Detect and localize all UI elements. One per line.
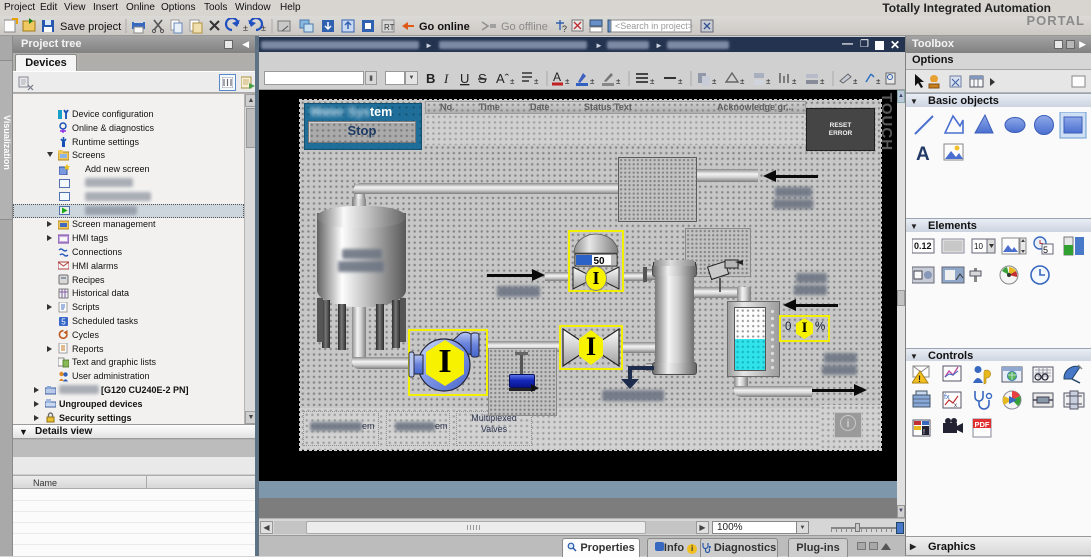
svg-text:5: 5 bbox=[1043, 245, 1048, 255]
svg-text:U: U bbox=[460, 71, 469, 86]
svg-text:Aˆ: Aˆ bbox=[496, 71, 510, 86]
svg-text:Go online: Go online bbox=[419, 21, 470, 33]
svg-text:A: A bbox=[553, 70, 561, 84]
svg-text:±: ± bbox=[590, 77, 595, 86]
svg-text:±: ± bbox=[678, 77, 683, 86]
svg-text:0.12: 0.12 bbox=[914, 241, 932, 251]
svg-text:±: ± bbox=[565, 77, 570, 86]
svg-text:RT: RT bbox=[384, 23, 395, 32]
svg-text:I: I bbox=[443, 71, 449, 86]
svg-text:±: ± bbox=[534, 77, 539, 86]
svg-text:Go offline: Go offline bbox=[501, 21, 548, 33]
svg-text:A: A bbox=[916, 144, 930, 165]
svg-text:5: 5 bbox=[61, 317, 66, 326]
svg-text:±: ± bbox=[820, 77, 825, 86]
svg-text:±: ± bbox=[766, 77, 771, 86]
svg-text:Save project: Save project bbox=[60, 21, 121, 33]
svg-text:x: x bbox=[954, 403, 957, 409]
svg-text:B: B bbox=[426, 71, 435, 86]
svg-text:±: ± bbox=[853, 77, 858, 86]
svg-text:!: ! bbox=[918, 374, 921, 384]
svg-text:±: ± bbox=[616, 77, 621, 86]
svg-text:±: ± bbox=[740, 77, 745, 86]
svg-text:±: ± bbox=[876, 77, 881, 86]
svg-text:PDF: PDF bbox=[975, 420, 990, 429]
svg-text:±: ± bbox=[792, 77, 797, 86]
svg-text:±: ± bbox=[243, 23, 248, 33]
svg-text:<Search in project>: <Search in project> bbox=[615, 21, 693, 31]
svg-text:±: ± bbox=[712, 77, 717, 86]
svg-text:±: ± bbox=[261, 23, 266, 33]
svg-text:!: ! bbox=[923, 429, 925, 436]
svg-text:S: S bbox=[478, 71, 487, 86]
svg-text:?: ? bbox=[562, 24, 567, 34]
svg-text:10: 10 bbox=[974, 242, 983, 251]
svg-text:±: ± bbox=[510, 77, 515, 86]
svg-text:±: ± bbox=[650, 77, 655, 86]
